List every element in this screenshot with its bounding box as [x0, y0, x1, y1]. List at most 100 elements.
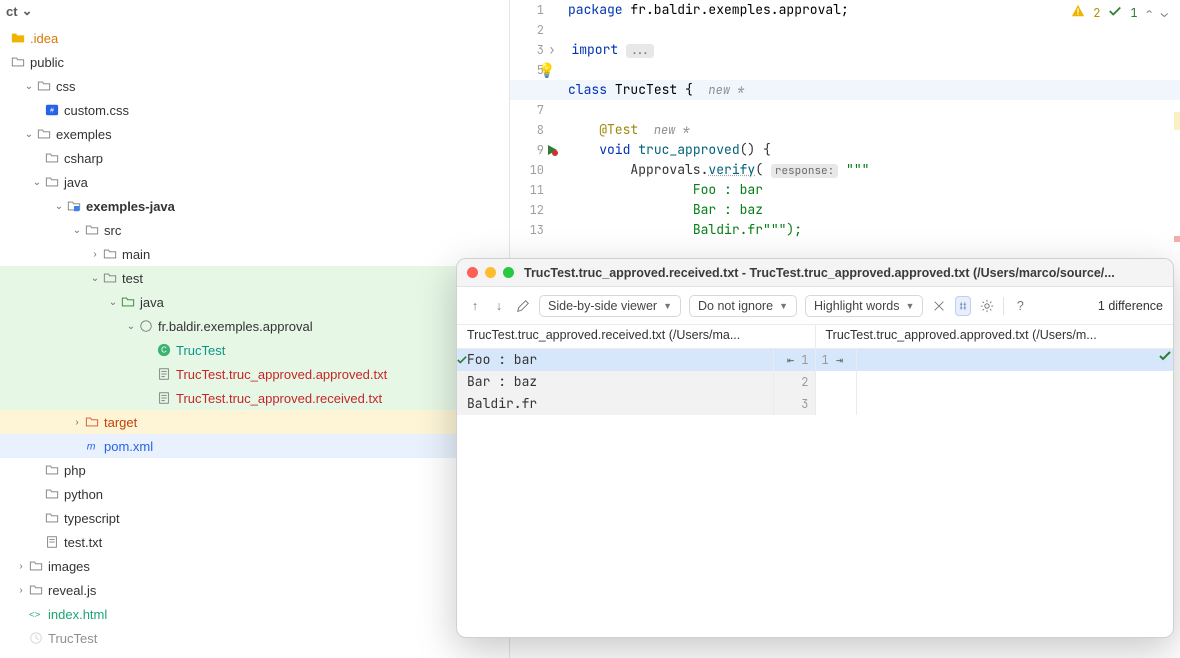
tree-node-revealjs[interactable]: › reveal.js	[0, 578, 509, 602]
line-number: 8	[510, 120, 558, 140]
css-file-icon: #	[44, 102, 60, 118]
tree-label: fr.baldir.exemples.approval	[158, 319, 313, 334]
chevron-down-icon: ▼	[663, 301, 672, 311]
tree-node-java[interactable]: ⌄ java	[0, 170, 509, 194]
folder-icon	[44, 462, 60, 478]
diff-titlebar[interactable]: TrucTest.truc_approved.received.txt - Tr…	[457, 259, 1173, 287]
tree-label: typescript	[64, 511, 120, 526]
close-traffic-light[interactable]	[467, 267, 478, 278]
line-number: 2	[510, 20, 558, 40]
tree-node-python[interactable]: python	[0, 482, 509, 506]
chevron-down-icon: ⌄	[22, 81, 36, 92]
next-diff-icon[interactable]: ↓	[491, 299, 507, 313]
tree-node-exemples-java[interactable]: ⌄ exemples-java	[0, 194, 509, 218]
fold-placeholder[interactable]: ...	[626, 44, 654, 58]
prev-diff-icon[interactable]: ↑	[467, 299, 483, 313]
tree-node-approved-file[interactable]: TrucTest.truc_approved.approved.txt	[0, 362, 509, 386]
class-icon: C	[156, 342, 172, 358]
tree-node-images[interactable]: › images	[0, 554, 509, 578]
tree-node-pom[interactable]: m pom.xml	[0, 434, 509, 458]
tree-label: java	[140, 295, 164, 310]
zoom-traffic-light[interactable]	[503, 267, 514, 278]
collapse-icon[interactable]	[931, 299, 947, 313]
diff-file-header: TrucTest.truc_approved.received.txt (/Us…	[457, 325, 1173, 349]
apply-left-icon[interactable]: ⇤	[787, 352, 801, 368]
accept-diff-icon[interactable]	[1159, 349, 1171, 366]
chevron-right-icon: ›	[70, 417, 84, 428]
folder-icon	[44, 174, 60, 190]
line-number: 10	[510, 160, 558, 180]
tree-node-exemples[interactable]: ⌄ exemples	[0, 122, 509, 146]
tree-label: custom.css	[64, 103, 129, 118]
tree-label: images	[48, 559, 90, 574]
line-number: 1	[510, 0, 558, 20]
tree-node-received-file[interactable]: TrucTest.truc_approved.received.txt	[0, 386, 509, 410]
tree-node-test[interactable]: ⌄ test	[0, 266, 509, 290]
tree-node-indexhtml[interactable]: <> index.html	[0, 602, 509, 626]
help-icon[interactable]: ?	[1012, 299, 1028, 313]
tree-node-target[interactable]: › target	[0, 410, 509, 434]
line-number: 12	[510, 200, 558, 220]
highlight-select[interactable]: Highlight words▼	[805, 295, 923, 317]
text-file-icon	[44, 534, 60, 550]
apply-right-icon[interactable]: ⇥	[829, 352, 843, 368]
folder-icon	[28, 582, 44, 598]
chevron-down-icon: ▼	[779, 301, 788, 311]
code-text: class	[568, 81, 615, 98]
scrollbar-error-mark	[1174, 236, 1180, 242]
svg-text:#: #	[50, 108, 54, 115]
scrollbar-warn-mark	[1174, 112, 1180, 130]
tree-node-tructest[interactable]: C TrucTest	[0, 338, 509, 362]
code-text: (	[755, 161, 771, 178]
run-gutter-icon[interactable]	[546, 143, 558, 155]
html-file-icon: <>	[28, 606, 44, 622]
select-label: Side-by-side viewer	[548, 299, 657, 313]
chevron-down-icon: ▼	[905, 301, 914, 311]
code-text: verify	[708, 161, 755, 178]
tree-node-main[interactable]: › main	[0, 242, 509, 266]
svg-text:<>: <>	[29, 610, 41, 621]
code-area[interactable]: package package fr.baldir.exemples.appro…	[568, 0, 1180, 240]
code-text: @Test	[599, 121, 654, 138]
settings-icon[interactable]	[979, 299, 995, 313]
chevron-down-icon: ⌄	[124, 321, 138, 332]
code-text: TrucTest {	[615, 81, 709, 98]
diff-left-filename: TrucTest.truc_approved.received.txt (/Us…	[457, 325, 815, 348]
tree-node-idea[interactable]: .idea	[0, 26, 509, 50]
tree-node-css[interactable]: ⌄ css	[0, 74, 509, 98]
tree-node-src[interactable]: ⌄ src	[0, 218, 509, 242]
folder-icon	[84, 222, 100, 238]
inlay-hint: new *	[708, 82, 744, 98]
tree-node-public[interactable]: public	[0, 50, 509, 74]
project-header[interactable]: ct ⌄	[0, 0, 509, 22]
tree-label: TrucTest	[176, 343, 225, 358]
tree-label: php	[64, 463, 86, 478]
tree-node-package[interactable]: ⌄ fr.baldir.exemples.approval	[0, 314, 509, 338]
ignore-select[interactable]: Do not ignore▼	[689, 295, 797, 317]
chevron-down-icon: ⌄	[70, 225, 84, 236]
viewer-mode-select[interactable]: Side-by-side viewer ▼	[539, 295, 681, 317]
edit-icon[interactable]	[515, 299, 531, 313]
diff-left-pane[interactable]: Foo : bar Bar : baz Baldir.fr	[457, 349, 773, 415]
tree-node-test-java[interactable]: ⌄ java	[0, 290, 509, 314]
line-number: 1	[801, 352, 808, 368]
chevron-down-icon: ⌄	[106, 297, 120, 308]
chevron-down-icon: ⌄	[22, 3, 33, 19]
tree-node-custom-css[interactable]: # custom.css	[0, 98, 509, 122]
tree-node-typescript[interactable]: typescript	[0, 506, 509, 530]
diff-window: TrucTest.truc_approved.received.txt - Tr…	[456, 258, 1174, 638]
tree-node-php[interactable]: php	[0, 458, 509, 482]
svg-text:m: m	[87, 441, 96, 453]
minimize-traffic-light[interactable]	[485, 267, 496, 278]
tree-node-csharp[interactable]: csharp	[0, 146, 509, 170]
folder-icon	[28, 558, 44, 574]
accept-diff-icon[interactable]	[457, 349, 467, 371]
sync-scroll-icon[interactable]	[955, 296, 971, 316]
folder-icon	[44, 510, 60, 526]
diff-right-pane[interactable]	[857, 349, 1173, 415]
folder-icon	[44, 150, 60, 166]
tree-node-tructest-bottom[interactable]: TrucTest	[0, 626, 509, 650]
tree-node-testtxt[interactable]: test.txt	[0, 530, 509, 554]
folder-icon	[36, 78, 52, 94]
intention-bulb-icon[interactable]: 💡	[538, 62, 555, 80]
